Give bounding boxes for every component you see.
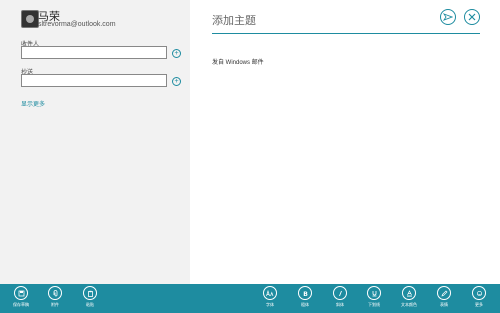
close-icon xyxy=(468,13,476,21)
to-input[interactable] xyxy=(21,46,167,59)
emoji-label: 表情 xyxy=(440,302,448,307)
paste-button[interactable]: 粘贴 xyxy=(75,286,105,313)
text-color-icon xyxy=(402,286,416,300)
subject-underline xyxy=(212,33,480,34)
avatar xyxy=(21,10,39,28)
bold-icon: B xyxy=(298,286,312,300)
bold-label: 粗体 xyxy=(301,302,309,307)
attach-button[interactable]: 附件 xyxy=(40,286,70,313)
save-draft-label: 保存草稿 xyxy=(13,302,29,307)
underline-button[interactable]: 下划线 xyxy=(359,286,389,313)
font-icon xyxy=(263,286,277,300)
underline-label: 下划线 xyxy=(368,302,380,307)
italic-label: 斜体 xyxy=(336,302,344,307)
italic-button[interactable]: 斜体 xyxy=(325,286,355,313)
text-color-label: 文本颜色 xyxy=(401,302,417,307)
svg-text:B: B xyxy=(303,291,308,297)
more-label: 更多 xyxy=(475,302,483,307)
show-more-link[interactable]: 显示更多 xyxy=(21,99,45,108)
clipboard-icon xyxy=(83,286,97,300)
save-icon xyxy=(14,286,28,300)
font-label: 字体 xyxy=(266,302,274,307)
more-button[interactable]: 更多 xyxy=(464,286,494,313)
paste-label: 粘贴 xyxy=(86,302,94,307)
underline-icon xyxy=(367,286,381,300)
italic-icon xyxy=(333,286,347,300)
more-icon xyxy=(472,286,486,300)
font-button[interactable]: 字体 xyxy=(255,286,285,313)
emoji-button[interactable]: 表情 xyxy=(429,286,459,313)
avatar-image xyxy=(26,15,34,23)
subject-input[interactable]: 添加主题 xyxy=(212,12,256,28)
attach-label: 附件 xyxy=(51,302,59,307)
sender-email: sltrevorma@outlook.com xyxy=(38,21,116,28)
message-pane xyxy=(190,0,500,284)
bold-button[interactable]: B 粗体 xyxy=(290,286,320,313)
add-to-contact-icon[interactable]: + xyxy=(172,49,181,58)
pencil-icon xyxy=(437,286,451,300)
paperclip-icon xyxy=(48,286,62,300)
message-body[interactable]: 发自 Windows 邮件 xyxy=(212,57,264,66)
text-color-button[interactable]: 文本颜色 xyxy=(394,286,424,313)
add-cc-contact-icon[interactable]: + xyxy=(172,77,181,86)
discard-button[interactable] xyxy=(464,9,480,25)
save-draft-button[interactable]: 保存草稿 xyxy=(6,286,36,313)
cc-input[interactable] xyxy=(21,74,167,87)
send-button[interactable] xyxy=(440,9,456,25)
send-icon xyxy=(443,13,453,21)
